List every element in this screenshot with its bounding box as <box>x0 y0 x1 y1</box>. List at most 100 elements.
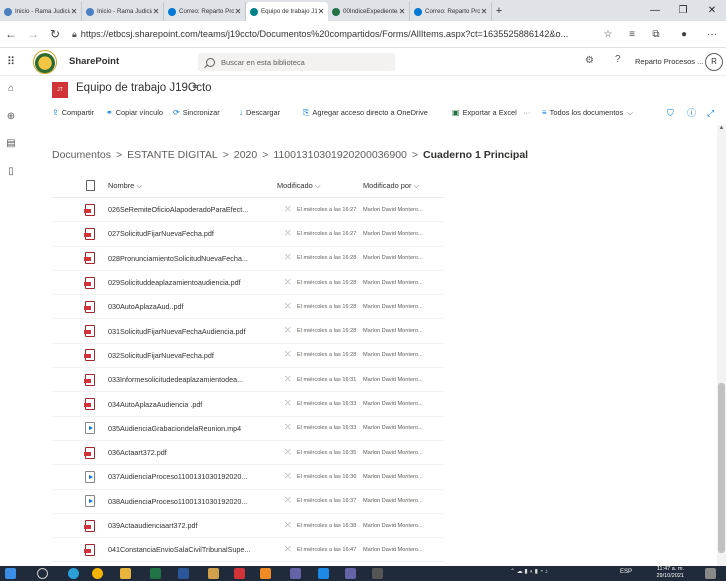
close-tab-icon[interactable]: ✕ <box>480 7 488 16</box>
breadcrumb-estante-digital[interactable]: ESTANTE DIGITAL <box>127 149 218 161</box>
home-icon[interactable]: ⌂ <box>0 83 22 94</box>
browser-tab[interactable]: 00IndiceExpedienteJ ✕ <box>328 2 410 21</box>
share-file-icon[interactable]: ⤫ <box>285 449 291 457</box>
modified-by[interactable]: Marlon David Montero... <box>363 377 423 383</box>
browser-tab[interactable]: Correo: Reparto Proc ✕ <box>164 2 246 21</box>
acrobat-icon[interactable] <box>234 568 245 579</box>
file-row[interactable]: 037AudienciaProceso1100131030192020... ⤫ E… <box>52 465 444 490</box>
avatar[interactable]: R <box>705 53 723 71</box>
globe-icon[interactable]: ⊕ <box>0 111 22 122</box>
modified-by[interactable]: Marlon David Montero... <box>363 547 423 553</box>
teams-icon[interactable] <box>290 568 301 579</box>
back-arrow-icon[interactable]: ← <box>0 27 22 41</box>
site-logo[interactable]: JT <box>52 82 68 98</box>
modified-by[interactable]: Marlon David Montero... <box>363 255 423 261</box>
collections-icon[interactable]: ⧉ <box>646 21 666 48</box>
add-shortcut-button[interactable]: ⎘ Agregar acceso directo a OneDrive <box>303 101 428 125</box>
close-tab-icon[interactable]: ✕ <box>152 7 160 16</box>
profile-icon[interactable]: ● <box>674 21 694 48</box>
modified-by[interactable]: Marlon David Montero... <box>363 450 423 456</box>
file-name-link[interactable]: 028PronunciamientoSolicitudNuevaFecha... <box>108 254 278 263</box>
help-icon[interactable]: ? <box>615 54 621 65</box>
file-row[interactable]: 026SeRemiteOficioAlapoderadoParaEfect...… <box>52 198 444 223</box>
file-row[interactable]: 038AudienciaProceso1100131030192020... ⤫ E… <box>52 490 444 514</box>
edge-browser-icon[interactable] <box>68 568 79 579</box>
file-row[interactable]: 035AudienciaGrabaciondelaReunion.mp4 ⤫ El … <box>52 417 444 441</box>
chrome-icon[interactable] <box>92 568 103 579</box>
column-header-modified[interactable]: Modificado ⌵ <box>277 181 320 191</box>
search-input[interactable]: Buscar en esta biblioteca <box>198 53 395 71</box>
file-row[interactable]: 039Actaaudienciaart372.pdf ⤫ El miércoles … <box>52 514 444 539</box>
modified-by[interactable]: Marlon David Montero... <box>363 352 423 358</box>
excel-icon[interactable] <box>150 568 161 579</box>
share-file-icon[interactable]: ⤫ <box>285 327 291 335</box>
modified-by[interactable]: Marlon David Montero... <box>363 280 423 286</box>
share-file-icon[interactable]: ⤫ <box>285 522 291 530</box>
lock-icon[interactable]: 🔒︎ <box>72 29 77 40</box>
share-file-icon[interactable]: ⤫ <box>285 279 291 287</box>
modified-by[interactable]: Marlon David Montero... <box>363 401 423 407</box>
file-row[interactable]: 041ConstanciaEnvioSalaCivilTribunalSupe.… <box>52 538 444 563</box>
copy-link-button[interactable]: ⚭ Copiar vínculo <box>106 101 163 125</box>
modified-by[interactable]: Marlon David Montero... <box>363 474 423 480</box>
organization-logo[interactable] <box>33 50 57 74</box>
file-name-link[interactable]: 041ConstanciaEnvioSalaCivilTribunalSupe.… <box>108 545 278 554</box>
new-tab-button[interactable]: + <box>492 2 506 21</box>
close-window-button[interactable]: ✕ <box>698 0 726 21</box>
share-file-icon[interactable]: ⤫ <box>285 424 291 432</box>
teams-icon[interactable] <box>345 568 356 579</box>
browser-tab[interactable]: Correo: Reparto Proc ✕ <box>410 2 492 21</box>
windows-start-icon[interactable] <box>5 568 16 579</box>
expand-icon[interactable]: ⤢ <box>707 101 714 125</box>
share-file-icon[interactable]: ⤫ <box>285 546 291 554</box>
file-name-link[interactable]: 032SolicitudFijarNuevaFecha.pdf <box>108 351 278 360</box>
close-tab-icon[interactable]: ✕ <box>398 7 406 16</box>
download-button[interactable]: ↓ Descargar <box>239 101 280 125</box>
view-selector[interactable]: ≡ Todos los documentos ⌵ <box>542 101 633 125</box>
file-name-link[interactable]: 034AutoAplazaAudiencia .pdf <box>108 400 278 409</box>
calculator-icon[interactable] <box>372 568 383 579</box>
file-row[interactable]: 033Informesolicitudedeaplazamientodea...… <box>52 368 444 393</box>
share-file-icon[interactable]: ⤫ <box>285 351 291 359</box>
app-name[interactable]: SharePoint <box>69 56 119 67</box>
modified-by[interactable]: Marlon David Montero... <box>363 425 423 431</box>
share-file-icon[interactable]: ⤫ <box>285 376 291 384</box>
file-row[interactable]: 029Solicituddeaplazamientoaudiencia.pdf ⤫… <box>52 271 444 296</box>
breadcrumb-documents[interactable]: Documentos <box>52 149 111 161</box>
forward-arrow-icon[interactable]: → <box>22 27 44 41</box>
file-name-link[interactable]: 037AudienciaProceso1100131030192020... <box>108 472 278 481</box>
modified-by[interactable]: Marlon David Montero... <box>363 304 423 310</box>
share-file-icon[interactable]: ⤫ <box>285 230 291 238</box>
maximize-button[interactable]: ❐ <box>669 0 697 21</box>
modified-by[interactable]: Marlon David Montero... <box>363 498 423 504</box>
file-name-link[interactable]: 039Actaaudienciaart372.pdf <box>108 521 278 530</box>
column-header-modified-by[interactable]: Modificado por ⌵ <box>363 181 419 191</box>
close-tab-icon[interactable]: ✕ <box>70 7 78 16</box>
file-explorer-icon[interactable] <box>120 568 131 579</box>
file-name-link[interactable]: 026SeRemiteOficioAlapoderadoParaEfect... <box>108 205 278 214</box>
modified-by[interactable]: Marlon David Montero... <box>363 328 423 334</box>
share-file-icon[interactable]: ⤫ <box>285 206 291 214</box>
file-name-link[interactable]: 030AutoAplazaAud..pdf <box>108 302 278 311</box>
file-type-header-icon[interactable] <box>86 180 95 191</box>
gear-icon[interactable]: ⚙ <box>585 55 594 66</box>
browser-tab[interactable]: Inicio - Rama Judicial ✕ <box>0 2 82 21</box>
team-icon[interactable]: ⚭ <box>191 82 199 93</box>
scroll-up-icon[interactable]: ▲ <box>717 125 726 131</box>
file-name-link[interactable]: 029Solicituddeaplazamientoaudiencia.pdf <box>108 278 278 287</box>
user-name[interactable]: Reparto Procesos ... <box>635 57 703 66</box>
modified-by[interactable]: Marlon David Montero... <box>363 231 423 237</box>
column-header-name[interactable]: Nombre ⌵ <box>108 181 278 191</box>
url-field[interactable]: https://etbcsj.sharepoint.com/teams/j19c… <box>81 29 576 39</box>
file-row[interactable]: 031SolicitudFijarNuevaFechaAudiencia.pdf… <box>52 319 444 344</box>
share-file-icon[interactable]: ⤫ <box>285 254 291 262</box>
paint-icon[interactable] <box>208 568 219 579</box>
clock[interactable]: 11:47 a. m. 29/10/2021 <box>642 566 684 580</box>
export-excel-button[interactable]: ▣ Exportar a Excel <box>452 101 517 125</box>
modified-by[interactable]: Marlon David Montero... <box>363 523 423 529</box>
browser-tab[interactable]: Inicio - Rama Judicial ✕ <box>82 2 164 21</box>
file-row[interactable]: 032SolicitudFijarNuevaFecha.pdf ⤫ El miérc… <box>52 344 444 369</box>
modified-by[interactable]: Marlon David Montero... <box>363 207 423 213</box>
share-file-icon[interactable]: ⤫ <box>285 303 291 311</box>
scroll-thumb[interactable] <box>718 383 725 553</box>
